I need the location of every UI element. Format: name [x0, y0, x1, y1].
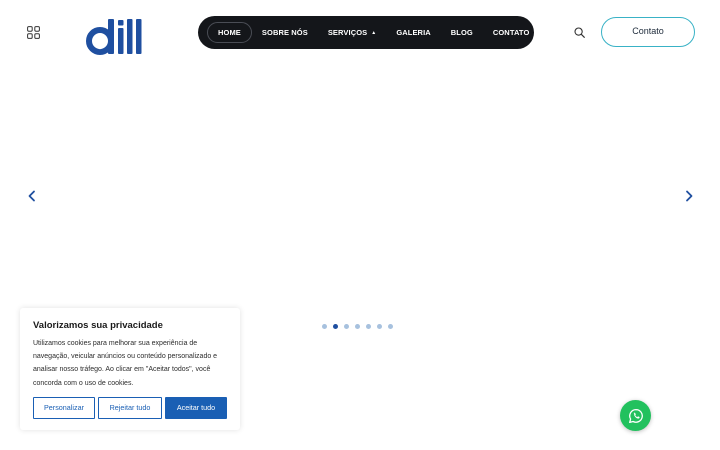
- nav-item-label: GALERIA: [396, 28, 431, 37]
- accept-all-button[interactable]: Aceitar tudo: [165, 397, 227, 419]
- search-icon[interactable]: [574, 27, 585, 38]
- whatsapp-icon: [628, 408, 643, 423]
- whatsapp-button[interactable]: [620, 400, 651, 431]
- nav-item-label: SERVIÇOS: [327, 28, 368, 37]
- chevron-right-icon[interactable]: [682, 189, 696, 203]
- nav-item-servicos[interactable]: SERVIÇOS ▲: [318, 22, 387, 43]
- nav-item-galeria[interactable]: GALERIA: [386, 22, 440, 43]
- slider-dot[interactable]: [377, 324, 382, 329]
- cookie-title: Valorizamos sua privacidade: [33, 320, 163, 331]
- nav-item-sobre-nos[interactable]: SOBRE NÓS: [252, 22, 318, 43]
- nav-item-blog[interactable]: BLOG: [441, 22, 483, 43]
- chevron-left-icon[interactable]: [25, 189, 39, 203]
- nav-item-contato[interactable]: CONTATO: [483, 22, 540, 43]
- contact-button[interactable]: Contato: [601, 17, 695, 47]
- reject-all-button[interactable]: Rejeitar tudo: [98, 397, 162, 419]
- slider-dot[interactable]: [355, 324, 360, 329]
- nav-item-label: HOME: [218, 28, 241, 37]
- grid-menu-icon[interactable]: [27, 26, 40, 39]
- nav-item-label: BLOG: [450, 28, 473, 37]
- nav-item-home[interactable]: HOME: [207, 22, 252, 43]
- slider-dot[interactable]: [333, 324, 338, 329]
- logo[interactable]: [86, 17, 146, 56]
- cookie-banner: Valorizamos sua privacidade Utilizamos c…: [20, 308, 240, 430]
- customize-button[interactable]: Personalizar: [33, 397, 95, 419]
- cookie-text: Utilizamos cookies para melhorar sua exp…: [33, 340, 218, 387]
- caret-up-icon: ▲: [371, 30, 377, 36]
- slider-dot[interactable]: [388, 324, 393, 329]
- slider-dot[interactable]: [344, 324, 349, 329]
- main-nav: HOME SOBRE NÓS SERVIÇOS ▲ GALERIA BLOG C…: [198, 16, 534, 49]
- slider-pagination: [322, 324, 393, 329]
- nav-item-label: CONTATO: [492, 28, 530, 37]
- nav-item-label: SOBRE NÓS: [261, 28, 308, 37]
- slider-dot[interactable]: [322, 324, 327, 329]
- slider-dot[interactable]: [366, 324, 371, 329]
